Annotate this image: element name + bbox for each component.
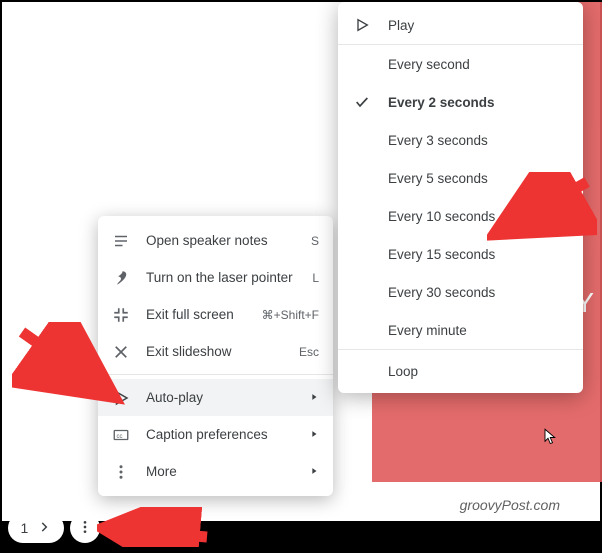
menu-separator	[98, 374, 333, 375]
submenu-item-every-minute[interactable]: Every minute	[338, 311, 583, 349]
submenu-label: Every 5 seconds	[388, 171, 569, 186]
menu-item-speaker-notes[interactable]: Open speaker notes S	[98, 222, 333, 259]
submenu-label: Play	[388, 18, 569, 33]
submenu-arrow-icon	[309, 464, 319, 479]
submenu-arrow-icon	[309, 427, 319, 442]
cursor-icon	[542, 425, 560, 447]
svg-text:cc: cc	[117, 434, 123, 440]
menu-label: Auto-play	[146, 390, 309, 405]
menu-label: Exit slideshow	[146, 344, 293, 359]
play-icon	[110, 389, 132, 407]
shortcut-label: Esc	[293, 345, 319, 359]
submenu-item-every-30-seconds[interactable]: Every 30 seconds	[338, 273, 583, 311]
captions-icon: cc	[110, 426, 132, 444]
shortcut-label: ⌘+Shift+F	[256, 308, 319, 322]
page-indicator[interactable]: 1	[8, 513, 64, 543]
menu-item-exit-slideshow[interactable]: Exit slideshow Esc	[98, 333, 333, 370]
more-vertical-icon	[77, 519, 93, 538]
submenu-label: Every 30 seconds	[388, 285, 569, 300]
chevron-right-icon	[37, 520, 51, 537]
submenu-label: Every 15 seconds	[388, 247, 569, 262]
menu-label: Exit full screen	[146, 307, 256, 322]
submenu-label: Every 10 seconds	[388, 209, 569, 224]
submenu-label: Every 2 seconds	[388, 95, 569, 110]
menu-label: Caption preferences	[146, 427, 309, 442]
notes-icon	[110, 232, 132, 250]
menu-label: Open speaker notes	[146, 233, 305, 248]
autoplay-submenu: Play Every second Every 2 seconds Every …	[338, 2, 583, 393]
submenu-arrow-icon	[309, 390, 319, 405]
menu-item-autoplay[interactable]: Auto-play	[98, 379, 333, 416]
menu-item-exit-fullscreen[interactable]: Exit full screen ⌘+Shift+F	[98, 296, 333, 333]
submenu-item-play[interactable]: Play	[338, 6, 583, 44]
menu-item-laser-pointer[interactable]: Turn on the laser pointer L	[98, 259, 333, 296]
submenu-label: Every second	[388, 57, 569, 72]
options-menu: Open speaker notes S Turn on the laser p…	[98, 216, 333, 496]
menu-label: Turn on the laser pointer	[146, 270, 306, 285]
check-icon	[354, 94, 374, 110]
submenu-item-every-5-seconds[interactable]: Every 5 seconds	[338, 159, 583, 197]
submenu-item-every-10-seconds[interactable]: Every 10 seconds	[338, 197, 583, 235]
submenu-item-every-2-seconds[interactable]: Every 2 seconds	[338, 83, 583, 121]
laser-icon	[110, 269, 132, 287]
menu-label: More	[146, 464, 309, 479]
submenu-label: Loop	[388, 364, 583, 379]
exit-fullscreen-icon	[110, 306, 132, 324]
shortcut-label: L	[306, 271, 319, 285]
play-icon	[354, 17, 374, 33]
submenu-item-every-15-seconds[interactable]: Every 15 seconds	[338, 235, 583, 273]
submenu-label: Every minute	[388, 323, 569, 338]
submenu-item-every-3-seconds[interactable]: Every 3 seconds	[338, 121, 583, 159]
close-icon	[110, 343, 132, 361]
more-vertical-icon	[110, 463, 132, 481]
submenu-item-loop[interactable]: Loop	[338, 349, 583, 393]
more-options-button[interactable]	[70, 513, 100, 543]
watermark: groovyPost.com	[460, 497, 560, 513]
submenu-item-every-second[interactable]: Every second	[338, 45, 583, 83]
menu-item-more[interactable]: More	[98, 453, 333, 490]
shortcut-label: S	[305, 234, 319, 248]
submenu-label: Every 3 seconds	[388, 133, 569, 148]
menu-item-captions[interactable]: cc Caption preferences	[98, 416, 333, 453]
page-number: 1	[21, 520, 29, 536]
